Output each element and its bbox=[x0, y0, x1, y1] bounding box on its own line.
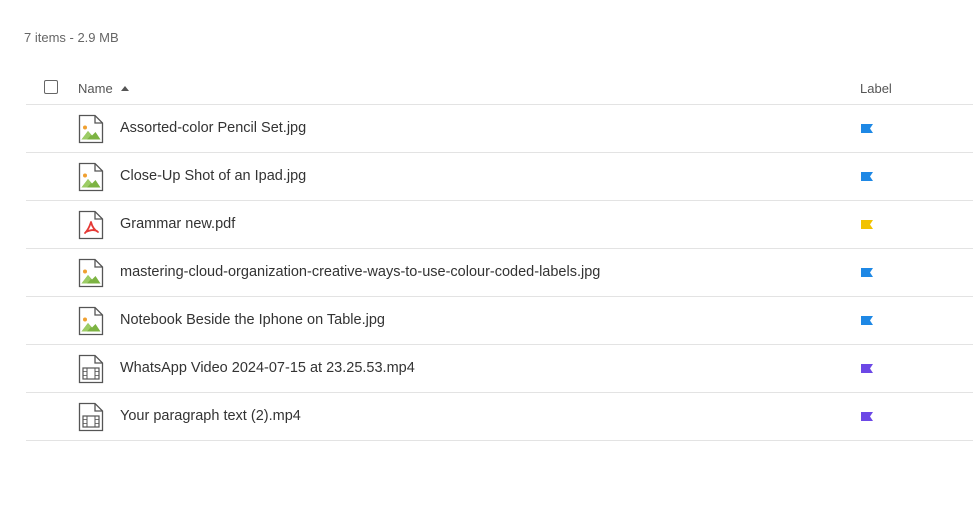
file-name[interactable]: Assorted-color Pencil Set.jpg bbox=[120, 120, 306, 136]
select-all-checkbox[interactable] bbox=[44, 80, 58, 94]
file-name[interactable]: Close-Up Shot of an Ipad.jpg bbox=[120, 168, 306, 184]
table-row[interactable]: WhatsApp Video 2024-07-15 at 23.25.53.mp… bbox=[26, 345, 973, 393]
label-flag-icon[interactable] bbox=[861, 124, 873, 133]
table-row[interactable]: mastering-cloud-organization-creative-wa… bbox=[26, 249, 973, 297]
table-row[interactable]: Your paragraph text (2).mp4 bbox=[26, 393, 973, 441]
sort-ascending-icon bbox=[120, 86, 129, 91]
table-header: Name Label bbox=[26, 72, 973, 105]
table-row[interactable]: Grammar new.pdf bbox=[26, 201, 973, 249]
label-flag-icon[interactable] bbox=[861, 172, 873, 181]
pdf-file-icon bbox=[78, 210, 104, 240]
table-row[interactable]: Close-Up Shot of an Ipad.jpg bbox=[26, 153, 973, 201]
name-column-label: Name bbox=[78, 81, 113, 96]
file-name[interactable]: Grammar new.pdf bbox=[120, 216, 235, 232]
video-file-icon bbox=[78, 354, 104, 384]
image-file-icon bbox=[78, 162, 104, 192]
video-file-icon bbox=[78, 402, 104, 432]
table-row[interactable]: Notebook Beside the Iphone on Table.jpg bbox=[26, 297, 973, 345]
image-file-icon bbox=[78, 258, 104, 288]
label-flag-icon[interactable] bbox=[861, 412, 873, 421]
label-column-header[interactable]: Label bbox=[860, 81, 892, 96]
label-flag-icon[interactable] bbox=[861, 316, 873, 325]
table-row[interactable]: Assorted-color Pencil Set.jpg bbox=[26, 105, 973, 153]
file-name[interactable]: Your paragraph text (2).mp4 bbox=[120, 408, 301, 424]
items-summary: 7 items - 2.9 MB bbox=[24, 30, 119, 45]
name-column-header[interactable]: Name bbox=[78, 81, 129, 96]
image-file-icon bbox=[78, 306, 104, 336]
file-name[interactable]: mastering-cloud-organization-creative-wa… bbox=[120, 264, 600, 280]
file-table: Name Label Assorted-color Pencil Set.jpg… bbox=[26, 72, 973, 441]
file-name[interactable]: WhatsApp Video 2024-07-15 at 23.25.53.mp… bbox=[120, 360, 415, 376]
label-flag-icon[interactable] bbox=[861, 268, 873, 277]
label-flag-icon[interactable] bbox=[861, 364, 873, 373]
file-name[interactable]: Notebook Beside the Iphone on Table.jpg bbox=[120, 312, 385, 328]
image-file-icon bbox=[78, 114, 104, 144]
label-flag-icon[interactable] bbox=[861, 220, 873, 229]
file-list: Assorted-color Pencil Set.jpg Close-Up S… bbox=[26, 105, 973, 441]
